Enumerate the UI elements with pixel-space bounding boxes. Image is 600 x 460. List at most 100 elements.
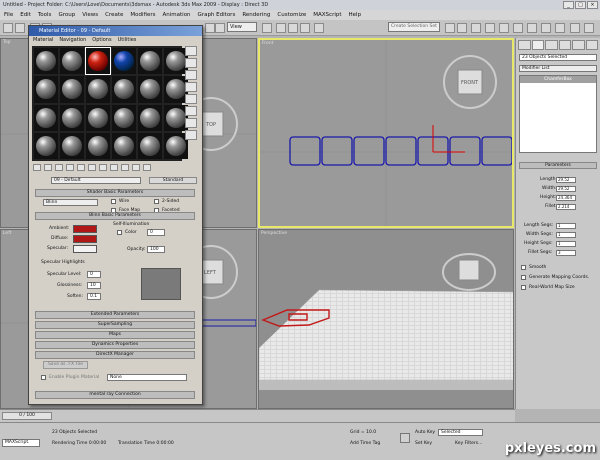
menu-create[interactable]: Create xyxy=(105,10,123,20)
pivot-icon[interactable] xyxy=(262,23,272,33)
shader-basic-rollout[interactable]: Shader Basic Parameters xyxy=(35,189,195,197)
schematic-icon[interactable] xyxy=(499,23,509,33)
sample-type-icon[interactable] xyxy=(185,46,197,56)
backlight-icon[interactable] xyxy=(185,58,197,68)
reference-coord-dropdown[interactable]: View xyxy=(227,22,257,32)
sample-slot[interactable] xyxy=(138,48,162,75)
motion-tab-icon[interactable] xyxy=(558,40,571,50)
sample-slot[interactable] xyxy=(138,104,162,131)
time-slider[interactable]: 0 / 100 xyxy=(0,409,515,422)
select-move-icon[interactable] xyxy=(205,23,215,33)
set-key-button[interactable]: Set Key xyxy=(415,441,432,446)
sample-slot[interactable] xyxy=(86,104,110,131)
opacity-spinner[interactable]: 100 xyxy=(147,246,165,253)
self-illum-color-checkbox[interactable] xyxy=(117,230,122,235)
make-preview-icon[interactable] xyxy=(185,106,197,116)
time-slider-thumb[interactable]: 0 / 100 xyxy=(2,412,52,420)
save-fx-button[interactable]: Save as .FX File xyxy=(43,361,88,369)
sample-slot[interactable] xyxy=(112,76,136,103)
select-rotate-icon[interactable] xyxy=(215,23,225,33)
reset-map-icon[interactable] xyxy=(66,164,74,171)
menu-views[interactable]: Views xyxy=(82,10,98,20)
viewcube-persp-icon[interactable] xyxy=(458,259,480,281)
height-spinner[interactable]: 24.364 xyxy=(556,195,576,201)
menu-modifiers[interactable]: Modifiers xyxy=(130,10,155,20)
display-tab-icon[interactable] xyxy=(572,40,585,50)
enable-plugin-checkbox[interactable] xyxy=(41,375,46,380)
sample-slot[interactable] xyxy=(60,76,84,103)
sample-slot[interactable] xyxy=(86,76,110,103)
go-parent-icon[interactable] xyxy=(132,164,140,171)
maps-rollout[interactable]: Maps xyxy=(35,331,195,339)
soften-spinner[interactable]: 0.1 xyxy=(87,293,101,300)
modify-tab-icon[interactable] xyxy=(531,40,544,50)
specular-color-swatch[interactable] xyxy=(73,245,97,253)
menu-graph-editors[interactable]: Graph Editors xyxy=(198,10,236,20)
sample-slot[interactable] xyxy=(60,104,84,131)
sample-slot[interactable] xyxy=(60,48,84,75)
gen-mapping-checkbox[interactable] xyxy=(521,275,526,280)
minimize-button[interactable]: _ xyxy=(563,1,574,9)
auto-key-button[interactable]: Auto Key xyxy=(415,430,435,435)
chamferbox-row[interactable] xyxy=(289,136,512,166)
extended-parameters-rollout[interactable]: Extended Parameters xyxy=(35,311,195,319)
directx-manager-rollout[interactable]: DirectX Manager xyxy=(35,351,195,359)
put-to-scene-icon[interactable] xyxy=(44,164,52,171)
video-check-icon[interactable] xyxy=(185,94,197,104)
sample-slot[interactable] xyxy=(34,48,58,75)
key-icon[interactable] xyxy=(400,433,410,443)
smooth-checkbox[interactable] xyxy=(521,265,526,270)
sample-slot[interactable] xyxy=(60,132,84,159)
menu-rendering[interactable]: Rendering xyxy=(242,10,270,20)
select-by-material-icon[interactable] xyxy=(185,130,197,140)
render-icon[interactable] xyxy=(584,23,594,33)
material-editor-icon[interactable] xyxy=(513,23,523,33)
fillet-segs-spinner[interactable]: 3 xyxy=(556,250,576,256)
uv-tiling-icon[interactable] xyxy=(185,82,197,92)
render-frame-icon[interactable] xyxy=(541,23,551,33)
menu-maxscript[interactable]: MAXScript xyxy=(313,10,341,20)
align-icon[interactable] xyxy=(457,23,467,33)
real-world-checkbox[interactable] xyxy=(521,285,526,290)
go-sibling-icon[interactable] xyxy=(143,164,151,171)
mental-ray-rollout[interactable]: mental ray Connection xyxy=(35,391,195,399)
assign-to-selection-icon[interactable] xyxy=(55,164,63,171)
width-segs-spinner[interactable]: 1 xyxy=(556,232,576,238)
menu-navigation[interactable]: Navigation xyxy=(59,36,86,44)
dynamics-properties-rollout[interactable]: Dynamics Properties xyxy=(35,341,195,349)
sample-slot[interactable] xyxy=(34,104,58,131)
spinner-snap-icon[interactable] xyxy=(314,23,324,33)
ambient-color-swatch[interactable] xyxy=(73,225,97,233)
menu-tools[interactable]: Tools xyxy=(38,10,52,20)
viewport-perspective[interactable]: Perspective xyxy=(258,229,514,409)
get-material-icon[interactable] xyxy=(33,164,41,171)
curve-editor-icon[interactable] xyxy=(485,23,495,33)
close-button[interactable]: × xyxy=(587,1,598,9)
hierarchy-tab-icon[interactable] xyxy=(545,40,558,50)
supersampling-rollout[interactable]: SuperSampling xyxy=(35,321,195,329)
key-mode-dropdown[interactable]: Selected xyxy=(438,429,483,436)
diffuse-color-swatch[interactable] xyxy=(73,235,97,243)
menu-group[interactable]: Group xyxy=(58,10,75,20)
utilities-tab-icon[interactable] xyxy=(585,40,598,50)
show-map-icon[interactable] xyxy=(110,164,118,171)
glossiness-spinner[interactable]: 10 xyxy=(87,282,101,289)
maxscript-listener[interactable]: MAXScript. xyxy=(2,439,40,447)
selection-set-input[interactable]: Create Selection Set xyxy=(388,22,440,32)
create-tab-icon[interactable] xyxy=(518,40,531,50)
percent-snap-icon[interactable] xyxy=(300,23,310,33)
sample-slot-red[interactable] xyxy=(85,46,111,76)
wire-checkbox[interactable] xyxy=(111,199,116,204)
height-segs-spinner[interactable]: 1 xyxy=(556,241,576,247)
width-spinner[interactable]: 29.52 xyxy=(556,186,576,192)
maximize-button[interactable]: □ xyxy=(575,1,586,9)
two-sided-checkbox[interactable] xyxy=(154,199,159,204)
material-type-button[interactable]: Standard xyxy=(149,177,197,184)
menu-help[interactable]: Help xyxy=(349,10,362,20)
sample-slot[interactable] xyxy=(34,76,58,103)
quick-render-icon[interactable] xyxy=(555,23,565,33)
chamferbox-grid-render[interactable] xyxy=(259,289,514,381)
render-setup-icon[interactable] xyxy=(527,23,537,33)
menu-edit[interactable]: Edit xyxy=(20,10,31,20)
viewport-front[interactable]: Front FRONT xyxy=(258,38,514,228)
